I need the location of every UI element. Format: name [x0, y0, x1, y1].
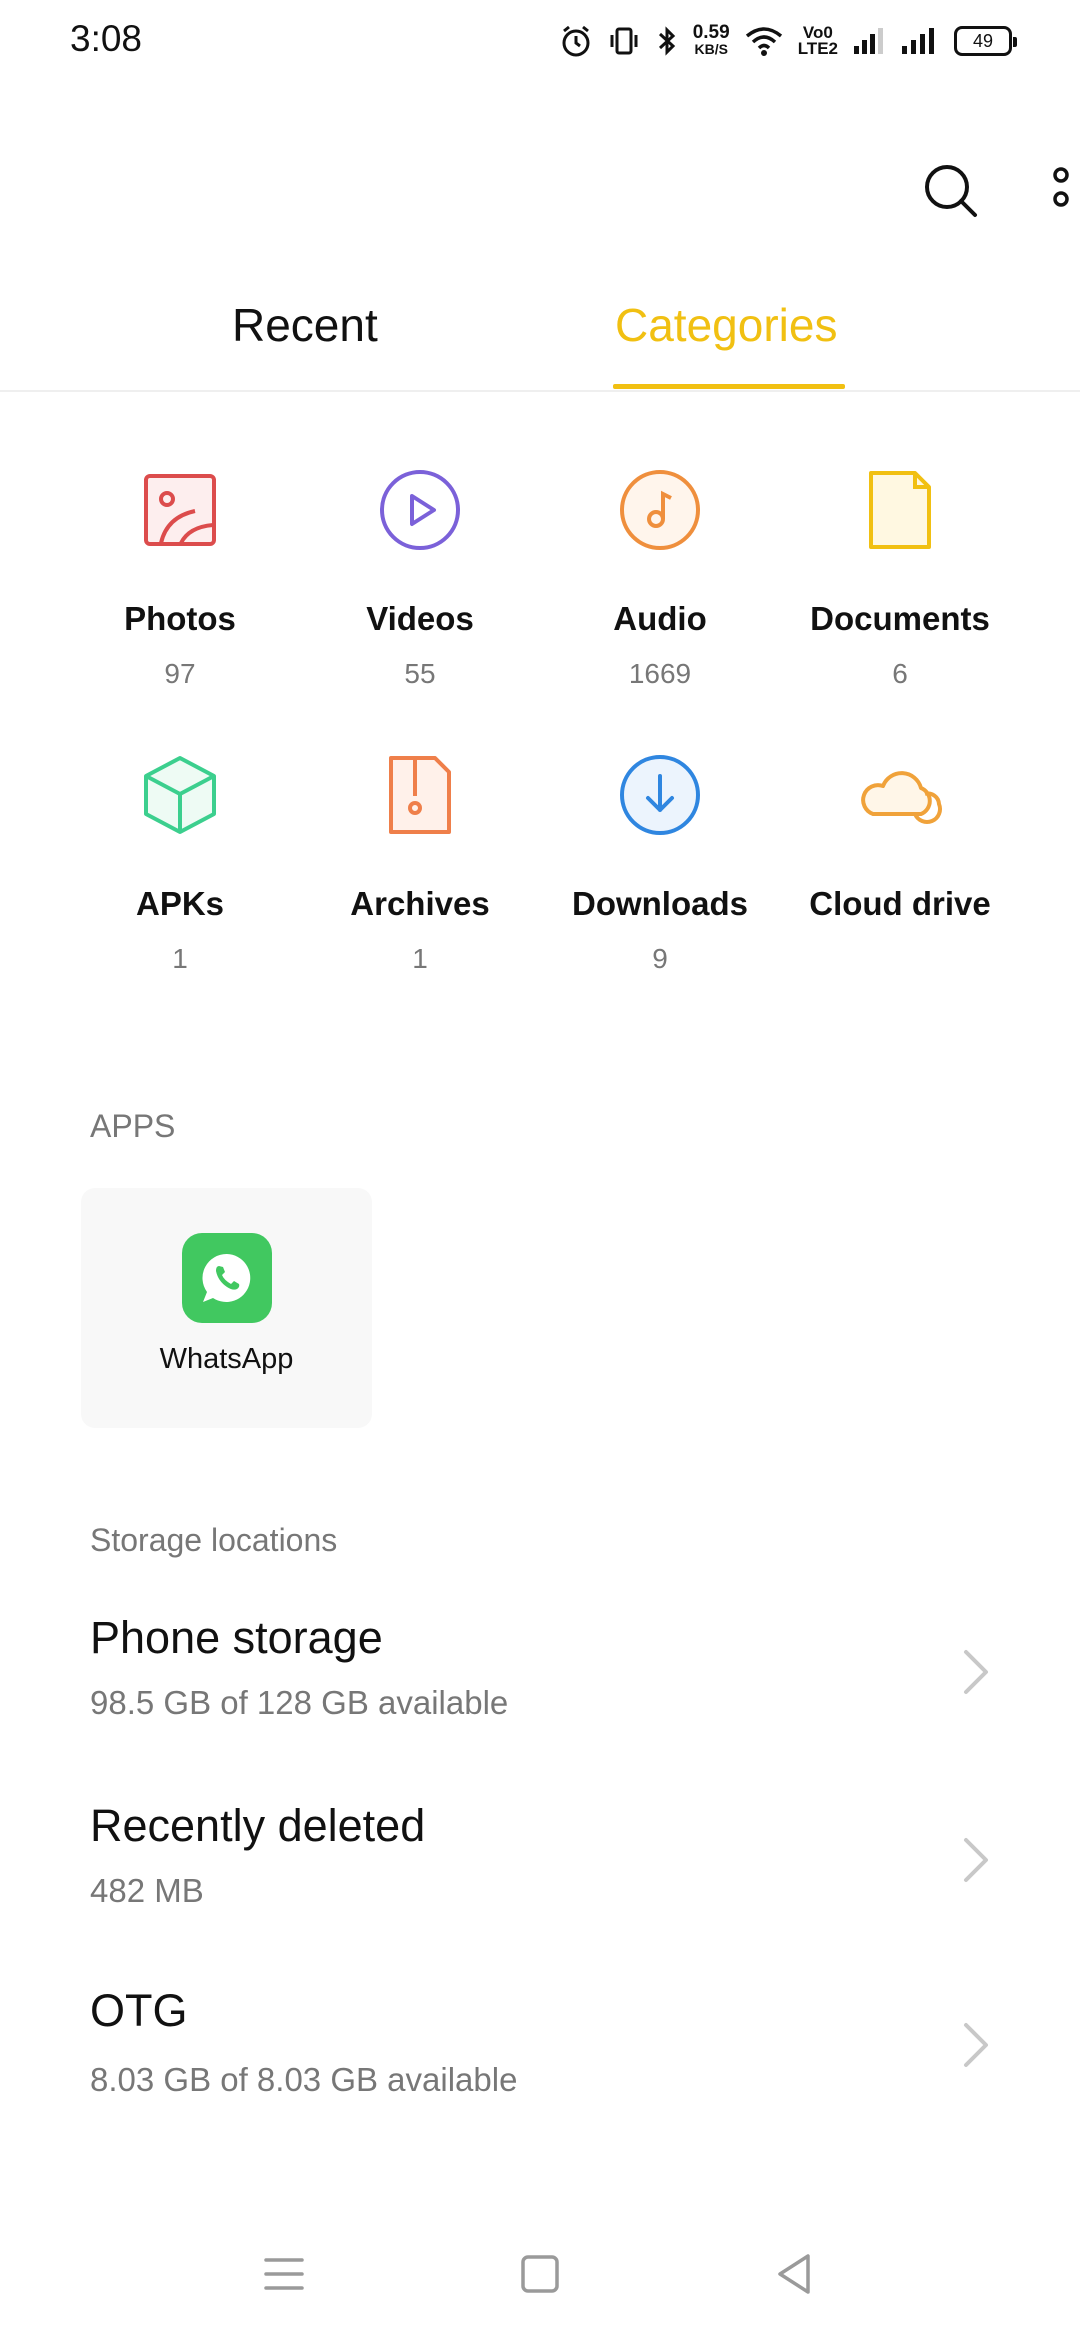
category-archives[interactable]: Archives 1: [300, 745, 540, 975]
search-icon[interactable]: [920, 160, 982, 222]
wifi-icon: [745, 27, 782, 56]
menu-icon[interactable]: [258, 2248, 310, 2300]
volte-indicator: Vo0 LTE2: [797, 23, 838, 58]
back-icon[interactable]: [770, 2248, 822, 2300]
navigation-bar: [0, 2220, 1080, 2340]
category-audio[interactable]: Audio 1669: [540, 460, 780, 690]
videos-icon: [380, 470, 460, 550]
status-time: 3:08: [70, 18, 143, 59]
whatsapp-icon: [181, 1233, 272, 1323]
battery-level: 49: [972, 30, 994, 51]
storage-subtitle: 482 MB: [90, 1872, 204, 1909]
documents-icon: [869, 471, 931, 549]
app-card-whatsapp[interactable]: WhatsApp: [81, 1188, 372, 1428]
category-downloads[interactable]: Downloads 9: [540, 745, 780, 975]
storage-item-recently-deleted[interactable]: Recently deleted 482 MB: [0, 1800, 1080, 1970]
category-cloud-drive[interactable]: Cloud drive: [780, 745, 1020, 975]
vibrate-icon: [610, 27, 638, 55]
tab-bar: Recent Categories: [0, 280, 1080, 392]
cloud-drive-icon: [861, 771, 942, 824]
storage-item-otg[interactable]: OTG 8.03 GB of 8.03 GB available: [0, 1985, 1080, 2155]
storage-title: Recently deleted: [90, 1800, 426, 1851]
apk-icon: [144, 756, 216, 834]
archives-icon: [389, 756, 451, 834]
category-label: APKs: [135, 885, 225, 922]
chevron-right-icon: [964, 1838, 988, 1882]
storage-item-phone[interactable]: Phone storage 98.5 GB of 128 GB availabl…: [0, 1612, 1080, 1782]
top-actions: [780, 150, 1080, 230]
downloads-icon: [620, 755, 700, 835]
signal-icon-sim2: [902, 28, 934, 54]
category-apks[interactable]: APKs 1: [60, 745, 300, 975]
network-speed: 0.59 KB/S: [692, 22, 730, 57]
category-videos[interactable]: Videos 55: [300, 460, 540, 690]
category-count: 97: [164, 658, 196, 689]
category-count: 1: [172, 943, 188, 974]
apps-section-title: APPS: [90, 1108, 176, 1144]
storage-subtitle: 8.03 GB of 8.03 GB available: [90, 2061, 518, 2098]
category-label: Photos: [124, 600, 236, 637]
category-label: Downloads: [571, 885, 748, 922]
audio-icon: [620, 470, 700, 550]
chevron-right-icon: [964, 2023, 988, 2067]
status-icons: 0.59 KB/S Vo0 LTE2 49: [559, 18, 1017, 64]
category-label: Cloud drive: [809, 885, 991, 922]
home-icon[interactable]: [514, 2248, 566, 2300]
category-count: 1669: [628, 658, 692, 689]
storage-title: Phone storage: [90, 1612, 383, 1663]
alarm-icon: [562, 25, 590, 57]
category-label: Documents: [810, 600, 990, 637]
category-count: 1: [412, 943, 428, 974]
category-label: Archives: [350, 885, 490, 922]
category-count: 9: [652, 943, 668, 974]
category-count: 55: [404, 658, 436, 689]
app-name: WhatsApp: [159, 1343, 294, 1375]
category-count: [780, 943, 1020, 975]
storage-subtitle: 98.5 GB of 128 GB available: [90, 1684, 509, 1721]
storage-section-title: Storage locations: [90, 1522, 338, 1558]
signal-icon-sim1: [854, 28, 883, 54]
more-options-icon[interactable]: [1046, 160, 1076, 222]
tab-recent[interactable]: Recent: [232, 298, 378, 352]
category-count: 6: [892, 658, 908, 689]
photos-icon: [144, 474, 216, 546]
category-photos[interactable]: Photos 97: [60, 460, 300, 690]
tab-active-indicator: [613, 384, 845, 389]
bluetooth-icon: [658, 26, 675, 56]
category-documents[interactable]: Documents 6: [780, 460, 1020, 690]
category-label: Audio: [613, 600, 707, 637]
chevron-right-icon: [964, 1650, 988, 1694]
battery-icon: 49: [954, 26, 1017, 56]
status-bar: 3:08 0.59 KB/S Vo0 LTE2 49: [0, 0, 1080, 80]
tab-categories[interactable]: Categories: [615, 298, 837, 352]
category-label: Videos: [366, 600, 474, 637]
storage-title: OTG: [90, 1985, 188, 2036]
